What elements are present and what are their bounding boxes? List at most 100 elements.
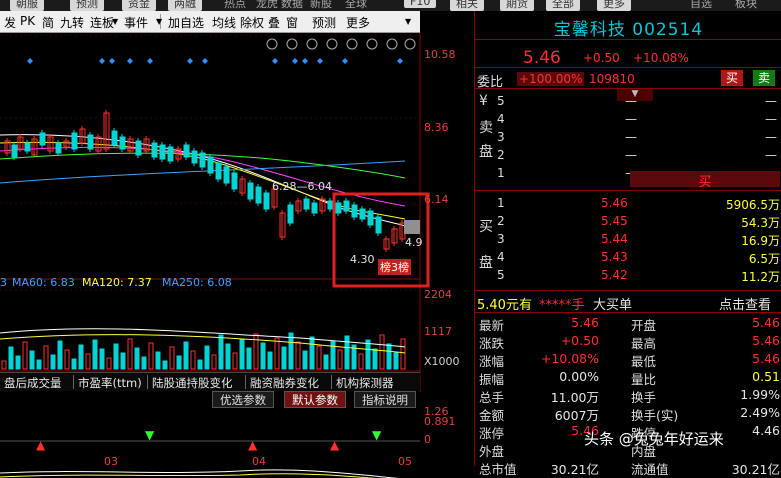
- stat-value: 1.99%: [740, 387, 780, 402]
- toolbar-item-8[interactable]: 除权: [240, 14, 264, 31]
- top-nav-item[interactable]: 全部: [546, 0, 580, 11]
- eye-icon: [266, 38, 278, 50]
- dropdown-icon[interactable]: ▼: [156, 17, 162, 26]
- toolbar-item-6[interactable]: 加自选: [168, 14, 204, 31]
- stock-name: 宝馨科技: [553, 20, 626, 40]
- top-nav-item[interactable]: 朝服: [10, 0, 44, 11]
- stat-row: 总手 11.00万 换手 1.99%: [475, 386, 781, 405]
- candle-body: [247, 182, 254, 200]
- top-nav-item[interactable]: 相关: [450, 0, 484, 11]
- event-marker-icon: [397, 58, 403, 64]
- toolbar-item-9[interactable]: 叠: [268, 14, 280, 31]
- volume-bar: [239, 338, 245, 370]
- volume-bar: [372, 348, 378, 370]
- bid-volume: 5906.5万: [726, 198, 780, 212]
- event-marker-icon: [127, 58, 133, 64]
- param-tab[interactable]: 优选参数: [212, 391, 274, 408]
- indicator-tab[interactable]: 机构探测器: [336, 375, 394, 391]
- volume-bar: [29, 350, 35, 370]
- buy-button[interactable]: 买: [721, 70, 743, 86]
- stat-value: +10.08%: [540, 351, 599, 366]
- indicator-tab[interactable]: 融资融券变化: [250, 375, 319, 391]
- ask-level: 1: [497, 166, 505, 180]
- volume-bar: [43, 345, 49, 370]
- candle-body: [135, 140, 142, 156]
- macd-axis-label: 0: [424, 433, 431, 446]
- kline-chart-area[interactable]: 3 MA60: 6.83 MA120: 7.37 MA250: 6.08 10.58 8…: [0, 33, 460, 478]
- toolbar-item-2[interactable]: 简: [42, 14, 54, 31]
- candle-body: [343, 200, 350, 212]
- ask-row: 4 — —: [475, 110, 781, 129]
- param-tab[interactable]: 指标说明: [354, 391, 416, 408]
- volume-bar: [225, 343, 231, 370]
- bid-price: 5.46: [601, 196, 628, 210]
- kline-chart[interactable]: [0, 33, 430, 478]
- top-nav-item[interactable]: 自选: [690, 0, 712, 11]
- volume-bar: [190, 350, 196, 370]
- top-nav-item[interactable]: 全球: [345, 0, 367, 11]
- top-nav-item[interactable]: 资金: [122, 0, 156, 11]
- volume-bar: [400, 338, 406, 370]
- ask-volume: —: [765, 94, 777, 108]
- toolbar-item-1[interactable]: PK: [20, 14, 35, 28]
- top-nav-strip: 朝服 预测 资金 两融 热点 龙虎 数据 新股 全球 F10 相关 期货 全部 更多 自选 板块: [0, 0, 781, 11]
- divider: [475, 312, 781, 313]
- stat-row: 涨幅 +10.08% 最低 5.46: [475, 350, 781, 369]
- top-nav-item[interactable]: 更多: [597, 0, 631, 11]
- toolbar-item-11[interactable]: 预测: [312, 14, 336, 31]
- toolbar-item-0[interactable]: 发: [4, 14, 16, 31]
- ma-legend-item: MA250: 6.08: [162, 276, 232, 289]
- top-nav-item[interactable]: 预测: [70, 0, 104, 11]
- sell-button[interactable]: 卖: [753, 70, 775, 86]
- candle-body: [183, 144, 190, 158]
- toolbar-item-3[interactable]: 九转: [60, 14, 84, 31]
- tab-divider: [245, 375, 246, 389]
- top-nav-item[interactable]: 两融: [168, 0, 202, 11]
- dropdown-icon[interactable]: ▼: [405, 17, 411, 26]
- lhb-badge[interactable]: 榜3榜: [378, 259, 411, 275]
- volume-bar: [71, 358, 77, 370]
- price-marker: [404, 220, 420, 234]
- toolbar-item-7[interactable]: 均线: [212, 14, 236, 31]
- ask-price: —: [625, 148, 637, 162]
- volume-bar: [281, 346, 287, 370]
- event-marker-icon: [302, 58, 308, 64]
- tab-divider: [147, 375, 148, 389]
- date-axis-label: 03: [104, 455, 118, 468]
- volume-bar: [295, 341, 301, 370]
- watermark: 头条 @兔兔年好运来: [584, 430, 724, 448]
- candle-body: [207, 156, 214, 174]
- top-nav-item[interactable]: 新股: [310, 0, 332, 11]
- volume-bar: [176, 355, 182, 370]
- info-icon: [366, 38, 378, 50]
- volume-bar: [309, 336, 315, 370]
- param-tab[interactable]: 默认参数: [284, 391, 346, 408]
- top-nav-item[interactable]: 期货: [500, 0, 534, 11]
- event-marker-icon: [147, 58, 153, 64]
- top-nav-item[interactable]: 龙虎: [256, 0, 278, 11]
- ask-row: 3 — —: [475, 128, 781, 147]
- indicator-tab[interactable]: 陆股通持股变化: [152, 375, 233, 391]
- quote-panel: 宝馨科技 002514 5.46 +0.50 +10.08% 委比 +100.0…: [474, 11, 781, 477]
- toolbar-item-10[interactable]: 窗: [286, 14, 298, 31]
- indicator-tab[interactable]: 市盈率(ttm): [78, 375, 142, 391]
- bid-price: 5.43: [601, 250, 628, 264]
- volume-bar: [358, 353, 364, 370]
- dropdown-icon[interactable]: ▼: [112, 17, 118, 26]
- tab-divider: [73, 375, 74, 389]
- top-nav-item[interactable]: F10: [404, 0, 437, 8]
- top-nav-item[interactable]: 板块: [735, 0, 757, 11]
- stat-row: 最新 5.46 开盘 5.46: [475, 314, 781, 333]
- ask-level: 2: [497, 148, 505, 162]
- collapse-icon[interactable]: ▼: [617, 89, 653, 101]
- top-nav-item[interactable]: 数据: [281, 0, 303, 11]
- indicator-tab[interactable]: 盘后成交量: [4, 375, 62, 391]
- toolbar-item-5[interactable]: 事件: [124, 14, 148, 31]
- volume-bar: [120, 352, 126, 370]
- ask-volume: —: [765, 112, 777, 126]
- volume-axis-label: X1000: [424, 355, 460, 368]
- toolbar-item-12[interactable]: 更多: [346, 14, 370, 31]
- top-nav-item[interactable]: 热点: [224, 0, 246, 11]
- toolbar-item-4[interactable]: 连板: [90, 14, 114, 31]
- big-order-link[interactable]: 点击查看: [719, 294, 771, 313]
